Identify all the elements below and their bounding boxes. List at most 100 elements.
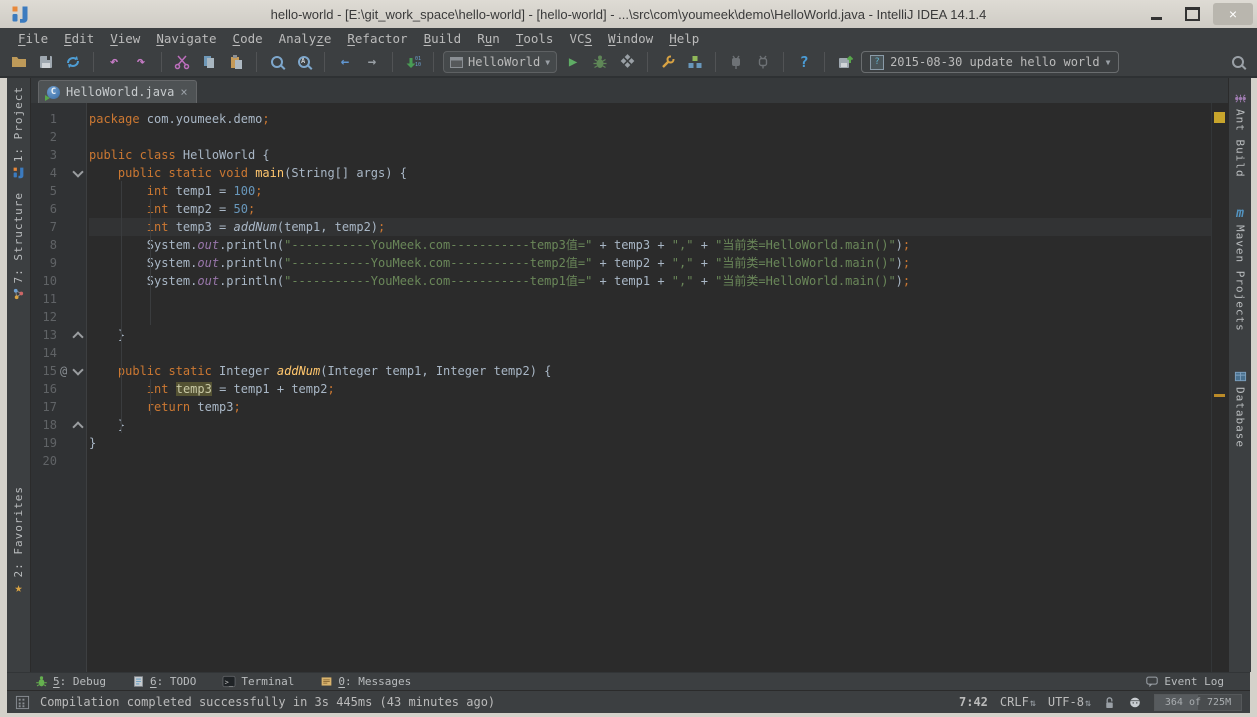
toolwindow-button-debug[interactable]: 5: Debug xyxy=(35,675,106,688)
code-line[interactable] xyxy=(89,128,1212,146)
menu-item-edit[interactable]: Edit xyxy=(56,31,102,46)
toolwindow-button-structure[interactable]: 7: Structure xyxy=(7,192,30,300)
code-line[interactable]: public class HelloWorld { xyxy=(89,146,1212,164)
error-stripe-mark-highlight[interactable] xyxy=(1214,394,1225,397)
menu-item-analyze[interactable]: Analyze xyxy=(271,31,340,46)
line-number: 2 xyxy=(31,130,57,144)
fold-marker[interactable] xyxy=(72,364,83,375)
toolwindow-toggle-grid-icon[interactable] xyxy=(15,695,30,710)
menu-item-build[interactable]: Build xyxy=(416,31,470,46)
run-with-coverage-button[interactable] xyxy=(616,51,638,73)
commit-changes-button[interactable] xyxy=(834,51,856,73)
toolwindow-button-messages[interactable]: 0: Messages xyxy=(320,675,411,688)
error-stripe-mark-warning[interactable] xyxy=(1214,112,1225,123)
menu-item-help[interactable]: Help xyxy=(661,31,707,46)
code-line[interactable] xyxy=(89,308,1212,326)
toolwindow-button-terminal[interactable]: >_ Terminal xyxy=(222,675,294,688)
encoding-widget[interactable]: UTF-8⇅ xyxy=(1048,695,1091,709)
project-structure-button[interactable] xyxy=(684,51,706,73)
code-line[interactable]: } xyxy=(89,326,1212,344)
run-configuration-select[interactable]: HelloWorld ▼ xyxy=(443,51,557,73)
code-editor[interactable]: 123456789101112131415@1617181920 package… xyxy=(31,103,1228,672)
menu-item-vcs[interactable]: VCS xyxy=(561,31,600,46)
navigate-back-button[interactable]: ← xyxy=(334,51,356,73)
navigate-forward-button[interactable]: → xyxy=(361,51,383,73)
code-line[interactable]: } xyxy=(89,416,1212,434)
fold-marker[interactable] xyxy=(72,166,83,177)
code-line[interactable]: } xyxy=(89,434,1212,452)
toolwindow-label: 1: Project xyxy=(12,86,25,162)
synchronize-button[interactable] xyxy=(62,51,84,73)
code-line[interactable]: public static void main(String[] args) { xyxy=(89,164,1212,182)
menu-item-run[interactable]: Run xyxy=(469,31,508,46)
editor-scrollbar[interactable] xyxy=(1211,103,1228,672)
code-line[interactable]: int temp3 = temp1 + temp2; xyxy=(89,380,1212,398)
toolwindow-button-maven-projects[interactable]: m Maven Projects xyxy=(1229,206,1251,332)
menu-item-window[interactable]: Window xyxy=(600,31,661,46)
code-line[interactable]: return temp3; xyxy=(89,398,1212,416)
close-button[interactable]: × xyxy=(1213,3,1253,25)
editor-code-area[interactable]: package com.youmeek.demo; public class H… xyxy=(89,103,1212,672)
code-line[interactable]: int temp1 = 100; xyxy=(89,182,1212,200)
code-line[interactable]: System.out.println("-----------YouMeek.c… xyxy=(89,236,1212,254)
code-line[interactable]: int temp3 = addNum(temp1, temp2); xyxy=(89,218,1212,236)
menu-item-view[interactable]: View xyxy=(102,31,148,46)
settings-button[interactable] xyxy=(657,51,679,73)
copy-button[interactable] xyxy=(198,51,220,73)
redo-button[interactable]: ↷ xyxy=(130,51,152,73)
vcs-doc-icon: ? xyxy=(870,55,884,70)
toolwindow-button-favorites[interactable]: 2: Favorites ★ xyxy=(7,486,30,596)
hector-inspector-icon[interactable] xyxy=(1128,695,1142,709)
menu-item-navigate[interactable]: Navigate xyxy=(148,31,224,46)
menu-item-code[interactable]: Code xyxy=(225,31,271,46)
caret-position-widget[interactable]: 7:42 xyxy=(959,695,988,709)
help-button[interactable]: ? xyxy=(793,51,815,73)
toolwindow-button-project[interactable]: 1: Project xyxy=(7,86,30,179)
line-ending-widget[interactable]: CRLF⇅ xyxy=(1000,695,1036,709)
tab-close-icon[interactable]: × xyxy=(180,85,187,99)
replace-button[interactable]: A xyxy=(293,51,315,73)
gutter-line: 6 xyxy=(31,200,86,218)
search-everywhere-button[interactable] xyxy=(1227,51,1249,73)
gutter-line: 8 xyxy=(31,236,86,254)
sync-android-button[interactable] xyxy=(752,51,774,73)
event-log-button[interactable]: Event Log xyxy=(1145,675,1224,688)
line-number: 5 xyxy=(31,184,57,198)
indent-guide xyxy=(150,199,151,325)
fold-marker[interactable] xyxy=(72,421,83,432)
toolwindow-button-database[interactable]: Database xyxy=(1229,370,1251,448)
find-button[interactable] xyxy=(266,51,288,73)
vcs-update-button[interactable]: 0110 xyxy=(402,51,424,73)
toolwindow-button-ant-build[interactable]: Ant Build xyxy=(1229,92,1251,178)
tab-helloworld-java[interactable]: C HelloWorld.java × xyxy=(38,80,197,103)
save-all-button[interactable] xyxy=(35,51,57,73)
build-apk-button[interactable] xyxy=(725,51,747,73)
code-line[interactable]: package com.youmeek.demo; xyxy=(89,110,1212,128)
lock-icon[interactable] xyxy=(1103,695,1116,709)
maximize-button[interactable] xyxy=(1177,3,1207,25)
menu-item-refactor[interactable]: Refactor xyxy=(339,31,415,46)
paste-button[interactable] xyxy=(225,51,247,73)
left-toolwindow-bar: 1: Project 7: Structure 2: Favorites ★ xyxy=(7,78,31,672)
memory-indicator[interactable]: 364 of 725M xyxy=(1154,694,1242,711)
undo-button[interactable]: ↶ xyxy=(103,51,125,73)
open-button[interactable] xyxy=(8,51,30,73)
vcs-update-icon: 0110 xyxy=(405,54,421,70)
minimize-button[interactable] xyxy=(1141,3,1171,25)
cut-button[interactable] xyxy=(171,51,193,73)
code-line[interactable]: int temp2 = 50; xyxy=(89,200,1212,218)
menu-item-tools[interactable]: Tools xyxy=(508,31,562,46)
toolwindow-button-todo[interactable]: 6: TODO xyxy=(132,675,196,688)
code-line[interactable]: System.out.println("-----------YouMeek.c… xyxy=(89,272,1212,290)
code-line[interactable]: System.out.println("-----------YouMeek.c… xyxy=(89,254,1212,272)
code-line[interactable]: public static Integer addNum(Integer tem… xyxy=(89,362,1212,380)
run-button[interactable]: ▶ xyxy=(562,51,584,73)
menu-item-file[interactable]: File xyxy=(10,31,56,46)
code-line[interactable] xyxy=(89,452,1212,470)
vcs-message-widget[interactable]: ? 2015-08-30 update hello world ▼ xyxy=(861,51,1119,73)
code-line[interactable] xyxy=(89,290,1212,308)
debug-button[interactable] xyxy=(589,51,611,73)
project-icon xyxy=(12,166,25,179)
fold-marker[interactable] xyxy=(72,331,83,342)
code-line[interactable] xyxy=(89,344,1212,362)
